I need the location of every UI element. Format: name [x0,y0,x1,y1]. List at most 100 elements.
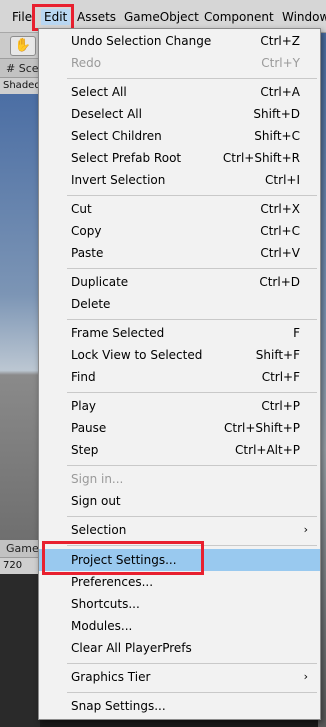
menu-item-label: Snap Settings... [71,699,166,713]
menu-item-label: Lock View to Selected [71,348,203,362]
menu-item-step[interactable]: Step Ctrl+Alt+P [39,439,320,461]
menu-separator [67,319,317,320]
menu-item-shortcut: Ctrl+A [260,85,300,99]
menu-item-sign-out[interactable]: Sign out [39,490,320,512]
chevron-right-icon: › [303,670,308,683]
menu-item-sign-in: Sign in... [39,468,320,490]
menu-item-select-prefab-root[interactable]: Select Prefab Root Ctrl+Shift+R [39,147,320,169]
menu-item-play[interactable]: Play Ctrl+P [39,395,320,417]
menu-window[interactable]: Window [282,9,326,25]
menu-item-label: Shortcuts... [71,597,140,611]
menu-separator [67,195,317,196]
menu-item-graphics-tier[interactable]: Graphics Tier › [39,666,320,688]
menu-separator [67,516,317,517]
menu-gameobject[interactable]: GameObject [124,9,199,25]
menu-item-label: Step [71,443,99,457]
menu-item-label: Delete [71,297,111,311]
menu-item-label: Undo Selection Change [71,34,212,48]
edit-menu-dropdown: Undo Selection Change Ctrl+Z Redo Ctrl+Y… [38,28,321,720]
menu-item-shortcut: Ctrl+Shift+P [224,421,300,435]
game-view [0,574,40,727]
menu-separator [67,78,317,79]
menu-item-label: Play [71,399,97,413]
menu-item-select-all[interactable]: Select All Ctrl+A [39,81,320,103]
menu-item-label: Redo [71,56,102,70]
hand-icon: ✋ [14,38,32,53]
menu-component[interactable]: Component [204,9,274,25]
menu-item-shortcut: F [293,326,300,340]
menu-item-label: Preferences... [71,575,154,589]
menu-item-shortcut: Ctrl+Z [260,34,300,48]
menu-item-label: Select Prefab Root [71,151,182,165]
hand-tool-button[interactable]: ✋ [10,36,36,56]
menu-item-find[interactable]: Find Ctrl+F [39,366,320,388]
menu-item-shortcut: Shift+C [254,129,300,143]
menu-item-lock-view[interactable]: Lock View to Selected Shift+F [39,344,320,366]
menu-item-label: Paste [71,246,104,260]
menu-item-deselect-all[interactable]: Deselect All Shift+D [39,103,320,125]
menu-item-copy[interactable]: Copy Ctrl+C [39,220,320,242]
menu-item-shortcut: Ctrl+V [260,246,300,260]
game-resolution-dropdown[interactable]: 720 [0,558,40,574]
menu-item-cut[interactable]: Cut Ctrl+X [39,198,320,220]
menu-item-shortcuts[interactable]: Shortcuts... [39,593,320,615]
menu-assets[interactable]: Assets [77,9,116,25]
menu-item-label: Select Children [71,129,162,143]
menu-item-selection[interactable]: Selection › [39,519,320,541]
menu-item-shortcut: Ctrl+Alt+P [235,443,300,457]
menu-item-frame-selected[interactable]: Frame Selected F [39,322,320,344]
menu-item-preferences[interactable]: Preferences... [39,571,320,593]
menu-item-shortcut: Ctrl+I [265,173,300,187]
menu-item-label: Project Settings... [71,553,177,567]
game-tab[interactable]: Game [0,540,40,558]
menu-separator [67,663,317,664]
menu-item-shortcut: Ctrl+D [259,275,300,289]
menu-item-label: Frame Selected [71,326,165,340]
menu-item-label: Copy [71,224,102,238]
menu-item-shortcut: Ctrl+Shift+R [222,151,300,165]
menu-separator [67,392,317,393]
menu-item-clear-playerprefs[interactable]: Clear All PlayerPrefs [39,637,320,659]
menu-item-modules[interactable]: Modules... [39,615,320,637]
menu-item-label: Sign out [71,494,121,508]
menu-separator [67,268,317,269]
menu-item-label: Select All [71,85,127,99]
menu-file[interactable]: File [12,9,32,25]
menu-item-label: Clear All PlayerPrefs [71,641,192,655]
menu-item-select-children[interactable]: Select Children Shift+C [39,125,320,147]
menu-separator [67,545,317,546]
menu-item-label: Modules... [71,619,133,633]
menu-item-label: Selection [71,523,127,537]
menu-item-label: Pause [71,421,107,435]
menu-item-label: Cut [71,202,92,216]
scene-shading-dropdown[interactable]: Shaded [0,78,40,94]
scene-tab[interactable]: # Scene [0,59,40,78]
menu-item-snap-settings[interactable]: Snap Settings... [39,695,320,717]
menu-item-shortcut: Ctrl+P [261,399,300,413]
menu-item-duplicate[interactable]: Duplicate Ctrl+D [39,271,320,293]
menu-item-label: Deselect All [71,107,142,121]
menu-item-shortcut: Ctrl+Y [261,56,300,70]
menu-item-label: Find [71,370,96,384]
menu-item-label: Duplicate [71,275,129,289]
chevron-right-icon: › [303,523,308,536]
menu-item-shortcut: Ctrl+X [260,202,300,216]
menu-item-label: Graphics Tier [71,670,151,684]
menu-separator [67,692,317,693]
menu-item-pause[interactable]: Pause Ctrl+Shift+P [39,417,320,439]
menu-item-shortcut: Ctrl+F [261,370,300,384]
menu-item-shortcut: Ctrl+C [260,224,300,238]
menu-separator [67,465,317,466]
menu-item-redo: Redo Ctrl+Y [39,52,320,74]
menu-item-paste[interactable]: Paste Ctrl+V [39,242,320,264]
menu-item-shortcut: Shift+D [253,107,300,121]
menu-item-undo[interactable]: Undo Selection Change Ctrl+Z [39,30,320,52]
menu-edit[interactable]: Edit [41,9,71,25]
menu-item-invert-selection[interactable]: Invert Selection Ctrl+I [39,169,320,191]
scene-view[interactable] [0,94,40,540]
menu-item-delete[interactable]: Delete [39,293,320,315]
menu-item-label: Sign in... [71,472,124,486]
menu-item-shortcut: Shift+F [255,348,300,362]
menu-item-label: Invert Selection [71,173,166,187]
menu-item-project-settings[interactable]: Project Settings... [39,549,320,571]
